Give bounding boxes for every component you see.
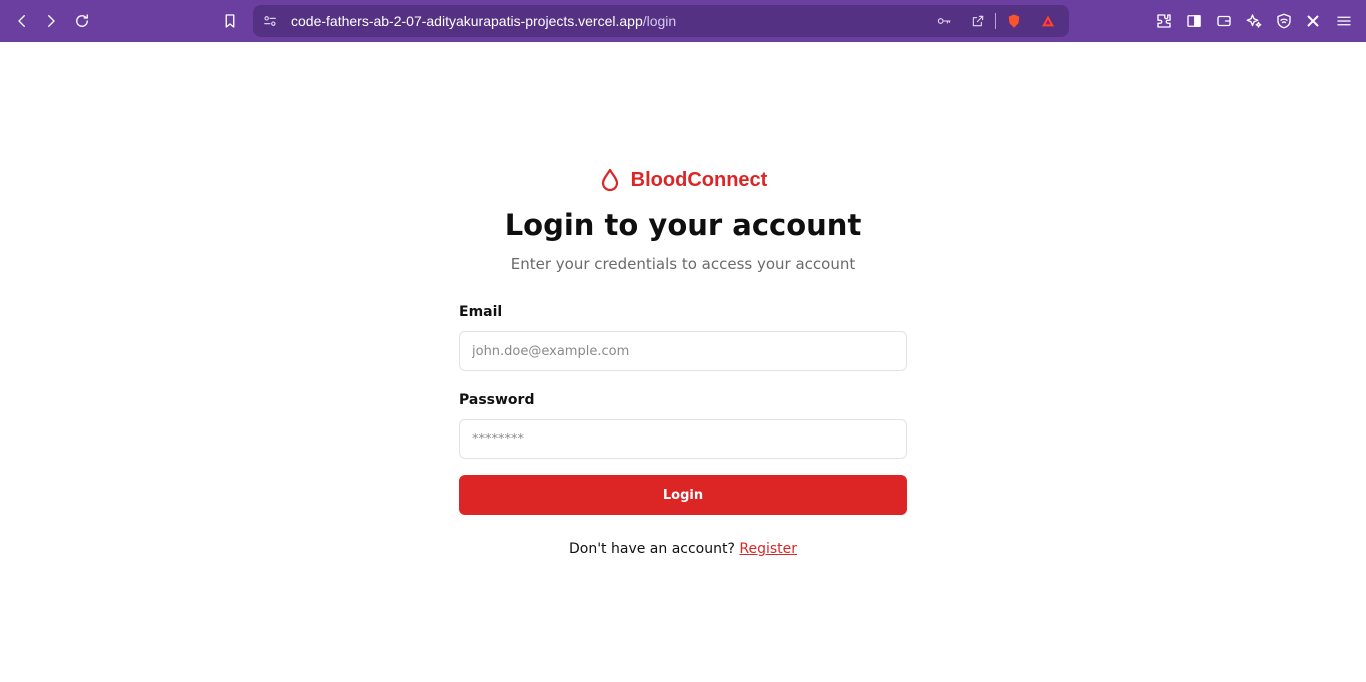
password-key-icon[interactable] (935, 12, 953, 30)
share-icon[interactable] (969, 12, 987, 30)
url-host: code-fathers-ab-2-07-adityakurapatis-pro… (291, 13, 643, 29)
email-label: Email (459, 304, 503, 320)
email-field[interactable] (459, 331, 907, 371)
browser-toolbar: code-fathers-ab-2-07-adityakurapatis-pro… (0, 0, 1366, 42)
url-text[interactable]: code-fathers-ab-2-07-adityakurapatis-pro… (291, 13, 676, 29)
extension-x-icon[interactable] (1301, 9, 1325, 33)
password-label: Password (459, 392, 535, 408)
login-page: BloodConnect Login to your account Enter… (0, 42, 1366, 682)
register-link[interactable]: Register (739, 541, 797, 557)
vpn-icon[interactable] (1272, 9, 1296, 33)
password-field[interactable] (459, 419, 907, 459)
brand-header: BloodConnect (0, 168, 1366, 192)
brand-name: BloodConnect (630, 168, 768, 191)
register-prompt-text: Don't have an account? (568, 541, 735, 557)
leo-ai-icon[interactable] (1242, 9, 1266, 33)
extensions-icon[interactable] (1152, 9, 1176, 33)
reload-icon[interactable] (70, 9, 94, 33)
back-icon[interactable] (10, 9, 34, 33)
page-title: Login to your account (504, 208, 862, 242)
brave-shields-icon[interactable] (1005, 12, 1023, 30)
brave-rewards-icon[interactable] (1039, 12, 1057, 30)
url-divider (995, 13, 996, 29)
login-button[interactable]: Login (459, 475, 907, 515)
address-bar[interactable]: code-fathers-ab-2-07-adityakurapatis-pro… (253, 5, 1069, 37)
blood-drop-icon (599, 168, 621, 192)
page-subtitle: Enter your credentials to access your ac… (510, 255, 856, 273)
sidebar-icon[interactable] (1182, 9, 1206, 33)
bookmark-icon[interactable] (218, 9, 242, 33)
url-path: /login (642, 13, 677, 29)
forward-icon[interactable] (39, 9, 63, 33)
menu-icon[interactable] (1332, 9, 1356, 33)
wallet-icon[interactable] (1212, 9, 1236, 33)
site-settings-icon[interactable] (261, 12, 279, 30)
register-prompt: Don't have an account? Register (0, 541, 1366, 557)
